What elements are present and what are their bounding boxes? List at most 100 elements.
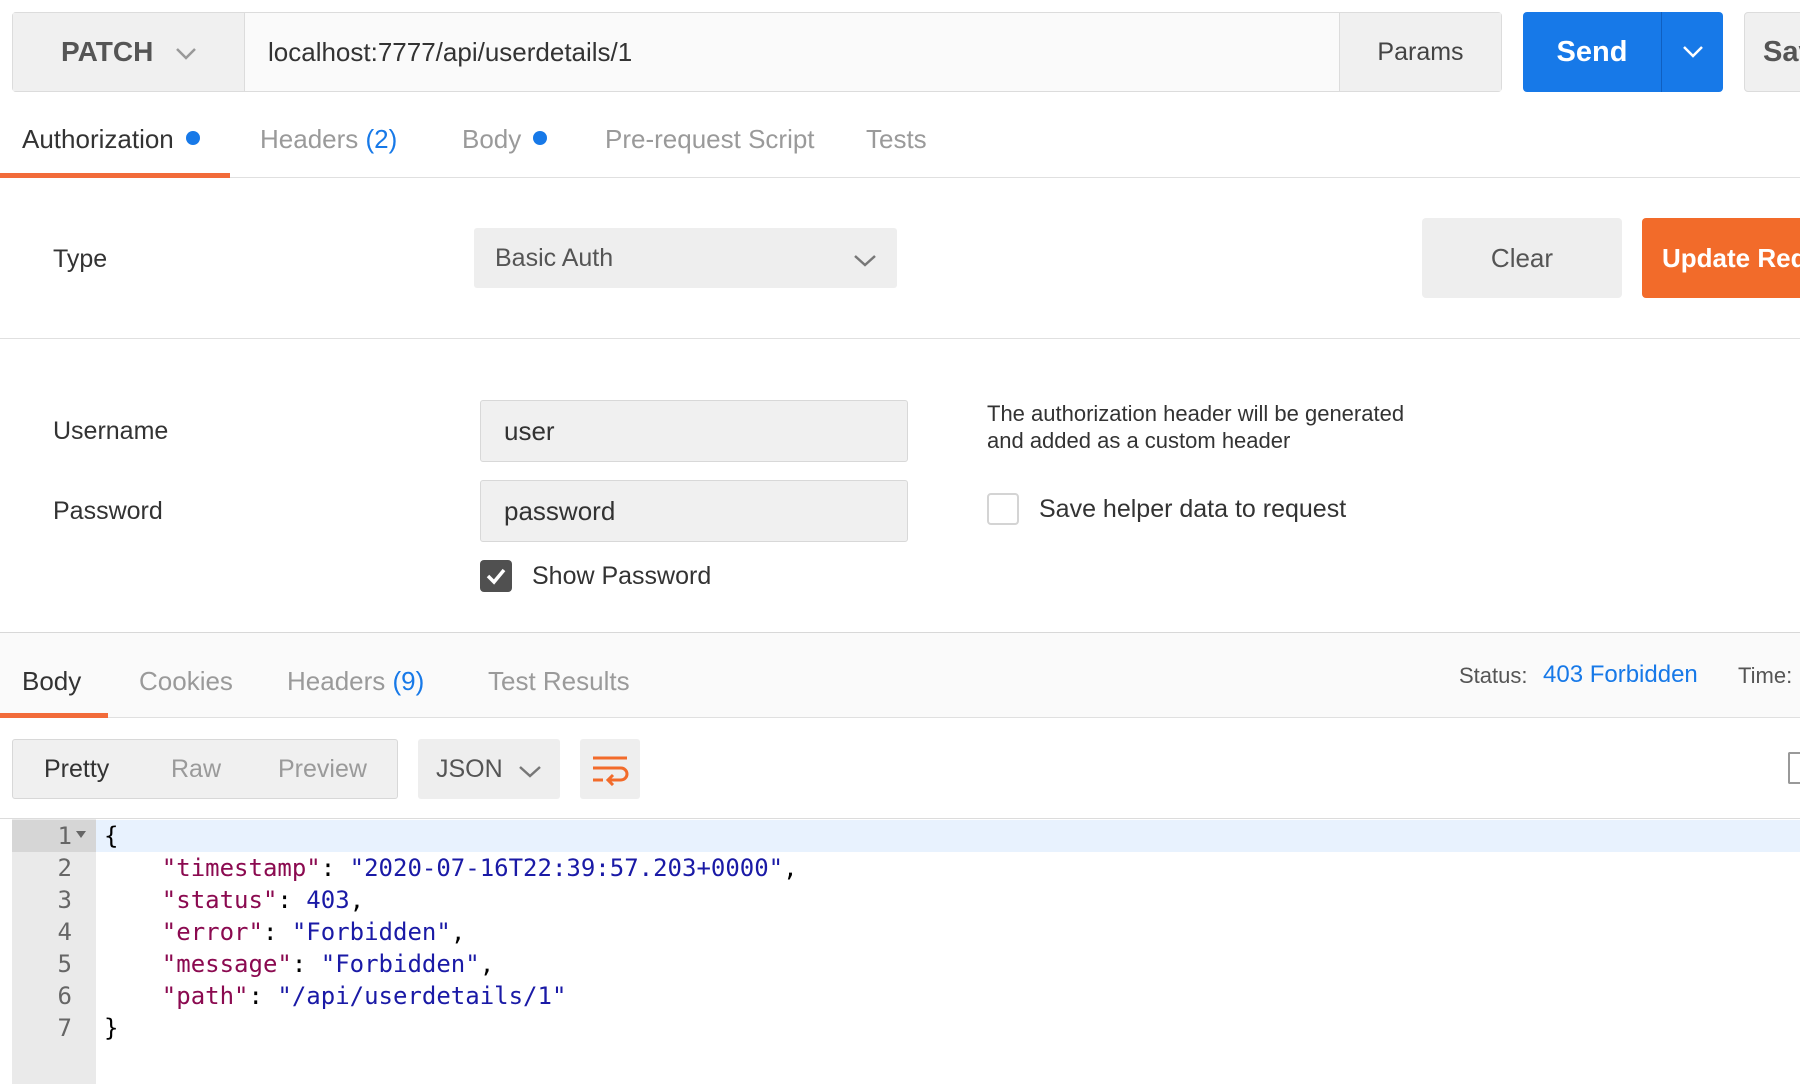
response-tab-body[interactable]: Body [22,666,81,697]
code-line: } [104,1014,118,1042]
auth-type-select[interactable]: Basic Auth [474,228,897,288]
copy-icon[interactable] [1788,752,1800,784]
line-number: 4 [57,918,72,946]
modified-dot-icon [185,131,200,145]
json-value: "2020-07-16T22:39:57.203+0000" [349,854,784,882]
chevron-down-icon [1682,46,1703,58]
send-options-button[interactable] [1661,12,1723,92]
status-value[interactable]: 403 Forbidden [1543,661,1698,689]
password-value: password [504,495,616,526]
status-label: Status: [1459,663,1528,688]
save-button[interactable]: Sav [1744,12,1800,92]
json-key: "path" [161,982,249,1010]
close-brace: } [104,1014,119,1042]
tab-prerequest-script[interactable]: Pre-request Script [605,124,815,155]
active-line-highlight [96,820,1800,852]
clear-label: Clear [1490,242,1554,273]
update-request-button[interactable]: Update Requ [1642,218,1800,298]
tab-prerequest-label: Pre-request Script [605,124,815,154]
tab-authorization-label: Authorization [22,124,174,154]
json-key: "timestamp" [161,854,321,882]
view-preview-button[interactable]: Preview [278,755,367,784]
save-helper-checkbox[interactable] [987,493,1019,525]
json-value: 403 [306,886,350,914]
auth-type-value: Basic Auth [495,243,614,272]
auth-hint-text: The authorization header will be generat… [987,400,1487,454]
response-tabs: Body Cookies Headers (9) Test Results St… [0,633,1800,718]
language-value: JSON [436,754,503,783]
show-password-label: Show Password [532,562,712,590]
tab-body-label: Body [462,124,522,154]
tab-tests-label: Tests [866,124,927,154]
username-value: user [504,415,555,446]
json-key: "error" [161,918,263,946]
auth-hint-line-1: The authorization header will be generat… [987,401,1405,426]
code-line: { [104,822,118,850]
tab-headers[interactable]: Headers (2) [260,124,397,155]
send-label: Send [1556,35,1628,68]
method-label: PATCH [61,36,154,67]
response-tab-cookies-label: Cookies [139,666,233,696]
view-mode-group: Pretty Raw Preview [12,739,398,799]
response-tab-body-label: Body [22,666,82,696]
params-button[interactable]: Params [1339,13,1501,91]
password-label: Password [53,497,163,525]
url-text: localhost:7777/api/userdetails/1 [268,36,633,67]
auth-type-label: Type [53,245,108,273]
send-button-group: Send [1523,12,1723,92]
send-button[interactable]: Send [1523,12,1661,92]
active-tab-indicator [0,713,108,718]
modified-dot-icon [533,131,548,145]
response-tab-test-results[interactable]: Test Results [488,666,630,697]
json-key: "message" [161,950,292,978]
save-helper-label: Save helper data to request [1039,495,1347,523]
json-key: "status" [161,886,278,914]
chevron-down-icon [175,36,197,68]
response-tab-headers-count: (9) [392,666,425,696]
line-number: 6 [57,982,72,1010]
code-line: "error": "Forbidden", [161,918,466,946]
params-label: Params [1377,37,1464,66]
line-number: 1 [57,822,72,850]
code-line: "status": 403, [161,886,365,914]
active-tab-indicator [0,173,230,178]
method-select[interactable]: PATCH [13,13,245,91]
url-input[interactable]: localhost:7777/api/userdetails/1 [245,13,1339,91]
tab-authorization[interactable]: Authorization [22,124,200,155]
tab-tests[interactable]: Tests [866,124,927,155]
view-pretty-button[interactable]: Pretty [44,755,109,784]
language-select[interactable]: JSON [418,739,560,799]
response-tab-headers-label: Headers [287,666,386,696]
json-comma: , [783,854,798,882]
password-field[interactable]: password [480,480,908,542]
code-line: "message": "Forbidden", [161,950,495,978]
wrap-lines-icon [593,756,629,786]
view-raw-button[interactable]: Raw [171,755,221,784]
auth-hint-line-2: and added as a custom header [987,428,1291,453]
response-tab-cookies[interactable]: Cookies [139,666,233,697]
json-comma: , [479,950,495,978]
line-number: 2 [57,854,72,882]
wrap-lines-button[interactable] [580,739,640,799]
json-value: "Forbidden" [291,918,451,946]
divider [0,818,1800,819]
request-tabs: Authorization Headers (2) Body Pre-reque… [0,112,1800,178]
line-number: 3 [57,886,72,914]
json-value: "/api/userdetails/1" [277,982,567,1010]
tab-body[interactable]: Body [462,124,548,155]
json-comma: , [450,918,466,946]
chevron-down-icon [853,246,877,275]
clear-button[interactable]: Clear [1422,218,1622,298]
username-field[interactable]: user [480,400,908,462]
divider [0,338,1800,339]
tab-headers-label: Headers [260,124,359,154]
show-password-checkbox[interactable] [480,560,512,592]
open-brace: { [104,822,119,850]
response-tab-test-results-label: Test Results [488,666,630,696]
line-number: 5 [57,950,72,978]
tab-headers-count: (2) [365,124,398,154]
code-line: "timestamp": "2020-07-16T22:39:57.203+00… [161,854,798,882]
response-tab-headers[interactable]: Headers (9) [287,666,424,697]
fold-arrow-icon[interactable] [76,831,86,838]
json-comma: , [349,886,365,914]
